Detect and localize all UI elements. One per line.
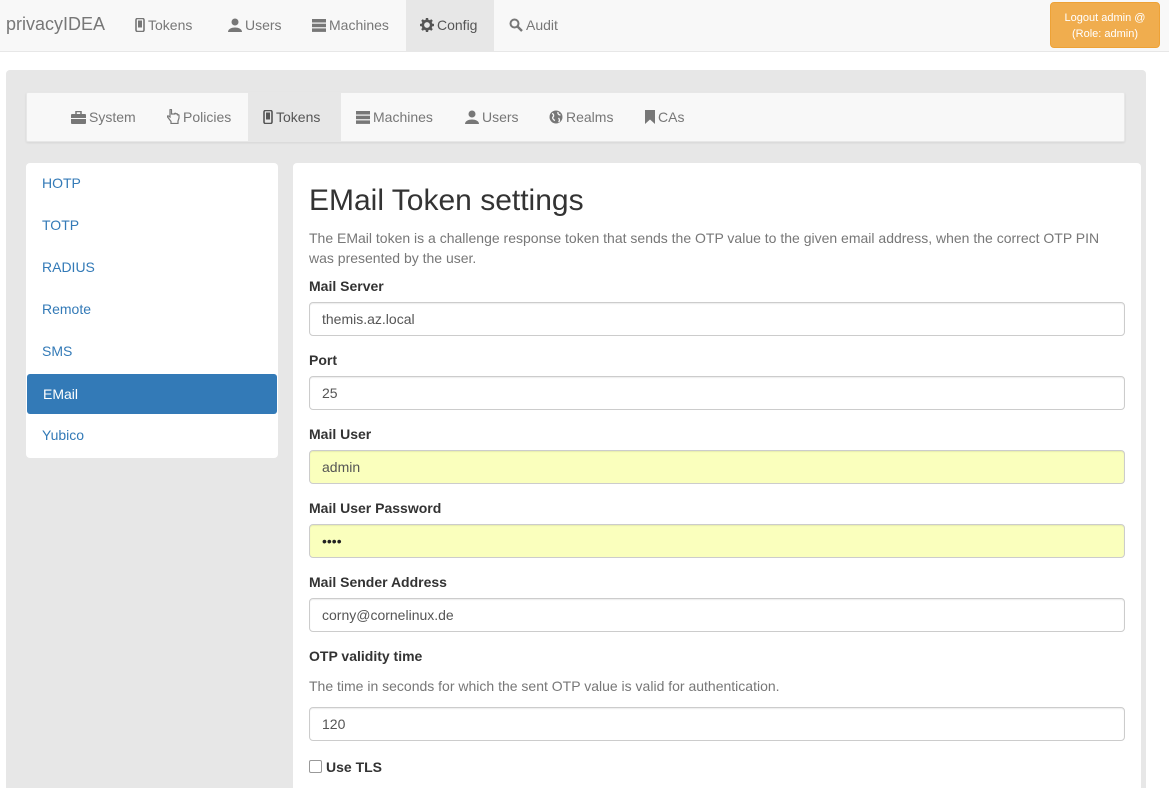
mail-user-label: Mail User xyxy=(309,426,372,442)
tab-machines[interactable]: Machines xyxy=(341,93,448,142)
page-description: The EMail token is a challenge response … xyxy=(309,230,1100,266)
port-input[interactable]: 25 xyxy=(309,376,1125,410)
tab-system[interactable]: System xyxy=(56,93,151,142)
tab-policies-label: Policies xyxy=(183,109,232,125)
config-subnav: System Policies Tokens Machines Users Re… xyxy=(26,92,1125,142)
tab-users-label: Users xyxy=(482,109,519,125)
mail-server-label: Mail Server xyxy=(309,278,384,294)
brand-logo[interactable]: privacyIDEA xyxy=(6,14,105,35)
otp-validity-help: The time in seconds for which the sent O… xyxy=(309,678,780,694)
mail-password-input[interactable]: •••• xyxy=(309,524,1125,558)
search-icon xyxy=(509,18,523,32)
nav-audit[interactable]: Audit xyxy=(495,0,572,51)
logout-button[interactable]: Logout admin @ (Role: admin) xyxy=(1050,2,1160,48)
tab-cas[interactable]: CAs xyxy=(630,93,699,142)
tab-realms[interactable]: Realms xyxy=(534,93,628,142)
port-label: Port xyxy=(309,352,337,368)
tab-policies[interactable]: Policies xyxy=(152,93,246,142)
tab-realms-label: Realms xyxy=(566,109,614,125)
nav-config[interactable]: Config xyxy=(406,0,494,51)
nav-users-label: Users xyxy=(245,17,282,33)
nav-machines[interactable]: Machines xyxy=(298,0,403,51)
otp-validity-label: OTP validity time xyxy=(309,648,423,664)
nav-machines-label: Machines xyxy=(329,17,389,33)
phone-icon xyxy=(263,109,273,125)
server-icon xyxy=(312,19,326,32)
logout-line1: Logout admin @ xyxy=(1064,12,1146,24)
sender-address-label: Mail Sender Address xyxy=(309,574,447,590)
token-type-list: HOTP TOTP RADIUS Remote SMS EMail Yubico xyxy=(26,163,278,458)
token-type-email[interactable]: EMail xyxy=(27,374,277,414)
phone-icon xyxy=(135,17,145,33)
tab-users[interactable]: Users xyxy=(450,93,534,142)
sender-address-input[interactable]: corny@cornelinux.de xyxy=(309,598,1125,632)
user-icon xyxy=(228,18,242,32)
token-type-remote[interactable]: Remote xyxy=(26,289,278,329)
hand-pointer-icon xyxy=(166,108,180,125)
bookmark-icon xyxy=(645,110,655,124)
token-type-hotp[interactable]: HOTP xyxy=(26,163,278,203)
logout-line2: (Role: admin) xyxy=(1071,28,1139,40)
user-icon xyxy=(465,110,479,124)
nav-tokens-label: Tokens xyxy=(148,17,193,33)
mail-password-label: Mail User Password xyxy=(309,500,442,516)
otp-validity-input[interactable]: 120 xyxy=(309,707,1125,741)
nav-audit-label: Audit xyxy=(526,17,558,33)
nav-tokens[interactable]: Tokens xyxy=(121,0,206,51)
tab-tokens-label: Tokens xyxy=(276,109,321,125)
globe-icon xyxy=(549,110,563,124)
top-navbar: privacyIDEA Tokens Users Machines Config… xyxy=(0,0,1169,52)
token-type-yubico[interactable]: Yubico xyxy=(26,415,278,455)
mail-server-input[interactable]: themis.az.local xyxy=(309,302,1125,336)
tab-machines-label: Machines xyxy=(373,109,433,125)
tab-tokens[interactable]: Tokens xyxy=(248,93,341,142)
token-type-totp[interactable]: TOTP xyxy=(26,205,278,245)
briefcase-icon xyxy=(71,110,86,124)
token-type-sms[interactable]: SMS xyxy=(26,331,278,371)
tab-system-label: System xyxy=(89,109,136,125)
gear-icon xyxy=(420,18,434,32)
use-tls-checkbox[interactable] xyxy=(309,760,322,773)
nav-users[interactable]: Users xyxy=(214,0,296,51)
page-title: EMail Token settings xyxy=(309,184,584,217)
nav-config-label: Config xyxy=(437,17,478,33)
server-icon xyxy=(356,111,370,124)
use-tls-label[interactable]: Use TLS xyxy=(326,759,382,775)
token-type-radius[interactable]: RADIUS xyxy=(26,247,278,287)
mail-user-input[interactable]: admin xyxy=(309,450,1125,484)
settings-panel: EMail Token settings The EMail token is … xyxy=(293,163,1141,788)
tab-cas-label: CAs xyxy=(658,109,685,125)
